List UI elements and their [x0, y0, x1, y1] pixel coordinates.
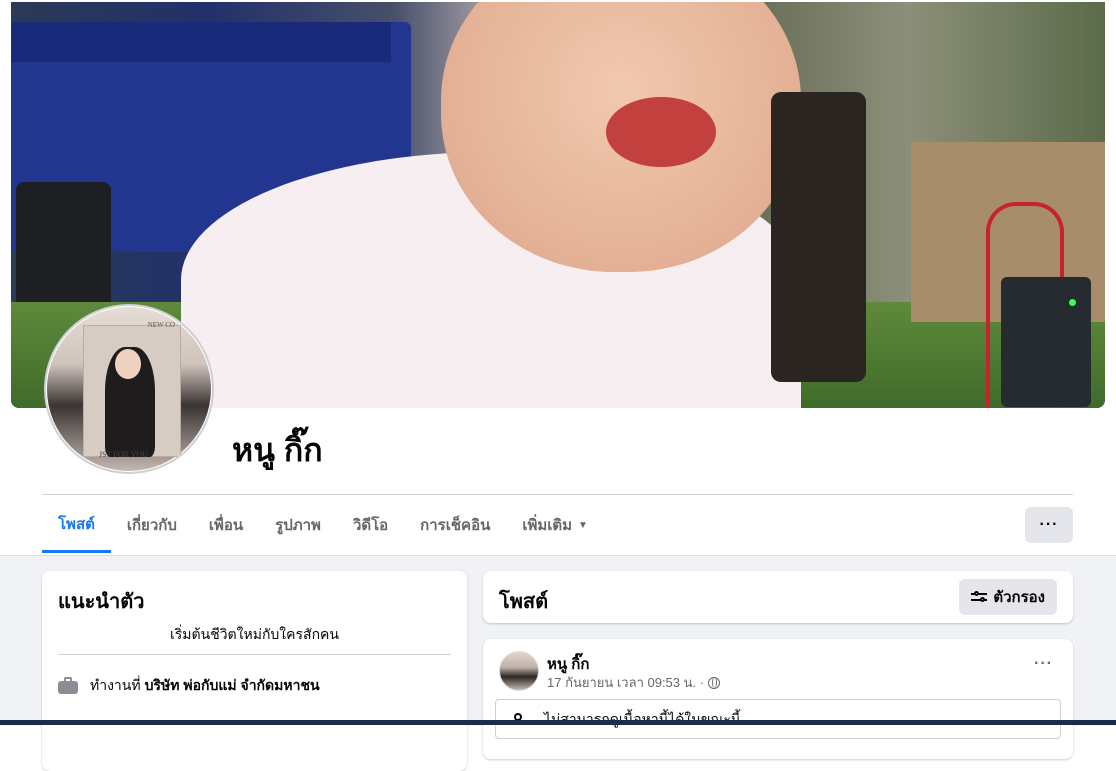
- tab-videos[interactable]: วิดีโอ: [337, 497, 404, 553]
- filter-label: ตัวกรอง: [993, 589, 1045, 606]
- tab-label: โพสต์: [58, 515, 95, 533]
- post-meta: 17 กันยายน เวลา 09:53 น. ·: [547, 672, 721, 693]
- post-timestamp[interactable]: 17 กันยายน เวลา 09:53 น. ·: [547, 672, 704, 693]
- sliders-icon: [971, 590, 988, 604]
- bottom-bar: [0, 720, 1116, 725]
- post-author-avatar[interactable]: [499, 651, 539, 691]
- cover-photo-can: [771, 92, 866, 382]
- briefcase-icon: [58, 677, 78, 695]
- more-options-button[interactable]: ···: [1025, 507, 1073, 543]
- avatar-caption-top: NEW CO: [147, 321, 175, 329]
- tab-about[interactable]: เกี่ยวกับ: [111, 497, 193, 553]
- intro-title: แนะนำตัว: [58, 591, 145, 613]
- cover-photo-cooler-lid: [11, 22, 391, 62]
- tab-posts[interactable]: โพสต์: [42, 497, 111, 553]
- intro-divider: [58, 654, 451, 655]
- tab-label: วิดีโอ: [352, 517, 389, 534]
- intro-bio: เริ่มต้นชีวิตใหม่กับใครสักคน: [170, 626, 339, 642]
- cover-photo-led: [1069, 299, 1076, 306]
- profile-tabs: โพสต์ เกี่ยวกับ เพื่อน รูปภาพ วิดีโอ การ…: [42, 497, 604, 555]
- avatar-caption-bottom: JST FOR YOU: [99, 450, 148, 459]
- caret-down-icon: ▼: [578, 519, 588, 531]
- tab-friends[interactable]: เพื่อน: [193, 497, 259, 553]
- tab-label: เพิ่มเติม: [522, 517, 573, 534]
- intro-card: แนะนำตัว เริ่มต้นชีวิตใหม่กับใครสักคน ทำ…: [42, 571, 467, 771]
- tab-label: การเช็คอิน: [420, 517, 491, 534]
- cover-photo-mouth: [606, 97, 716, 167]
- tab-label: เกี่ยวกับ: [126, 517, 177, 534]
- profile-avatar-image: NEW CO JST FOR YOU: [47, 307, 211, 471]
- post-card: หนู กิ๊ก 17 กันยายน เวลา 09:53 น. · ··· …: [483, 639, 1073, 759]
- filter-button[interactable]: ตัวกรอง: [959, 579, 1057, 615]
- tab-more[interactable]: เพิ่มเติม ▼: [506, 497, 604, 553]
- posts-header-card: โพสต์ ตัวกรอง: [483, 571, 1073, 623]
- cover-photo-device: [1001, 277, 1091, 407]
- tab-checkins[interactable]: การเช็คอิน: [404, 497, 506, 553]
- work-prefix: ทำงานที่: [90, 677, 141, 693]
- post-options-button[interactable]: ···: [1034, 655, 1053, 673]
- profile-avatar[interactable]: NEW CO JST FOR YOU: [44, 304, 214, 474]
- tab-photos[interactable]: รูปภาพ: [259, 497, 337, 553]
- globe-icon: [708, 676, 721, 689]
- tab-label: เพื่อน: [208, 517, 244, 534]
- tab-label: รูปภาพ: [275, 517, 321, 534]
- post-unavailable-notice: ไม่สามารถดูเนื้อหานี้ได้ในขณะนี้: [495, 699, 1061, 739]
- intro-work-item: ทำงานที่ บริษัท พ่อกับแม่ จำกัดมหาชน: [58, 675, 320, 697]
- work-company-link[interactable]: บริษัท พ่อกับแม่ จำกัดมหาชน: [145, 675, 320, 697]
- header-divider: [42, 494, 1073, 495]
- posts-title: โพสต์: [499, 591, 549, 613]
- avatar-face: [115, 349, 141, 379]
- profile-name: หนู กิ๊ก: [232, 432, 323, 468]
